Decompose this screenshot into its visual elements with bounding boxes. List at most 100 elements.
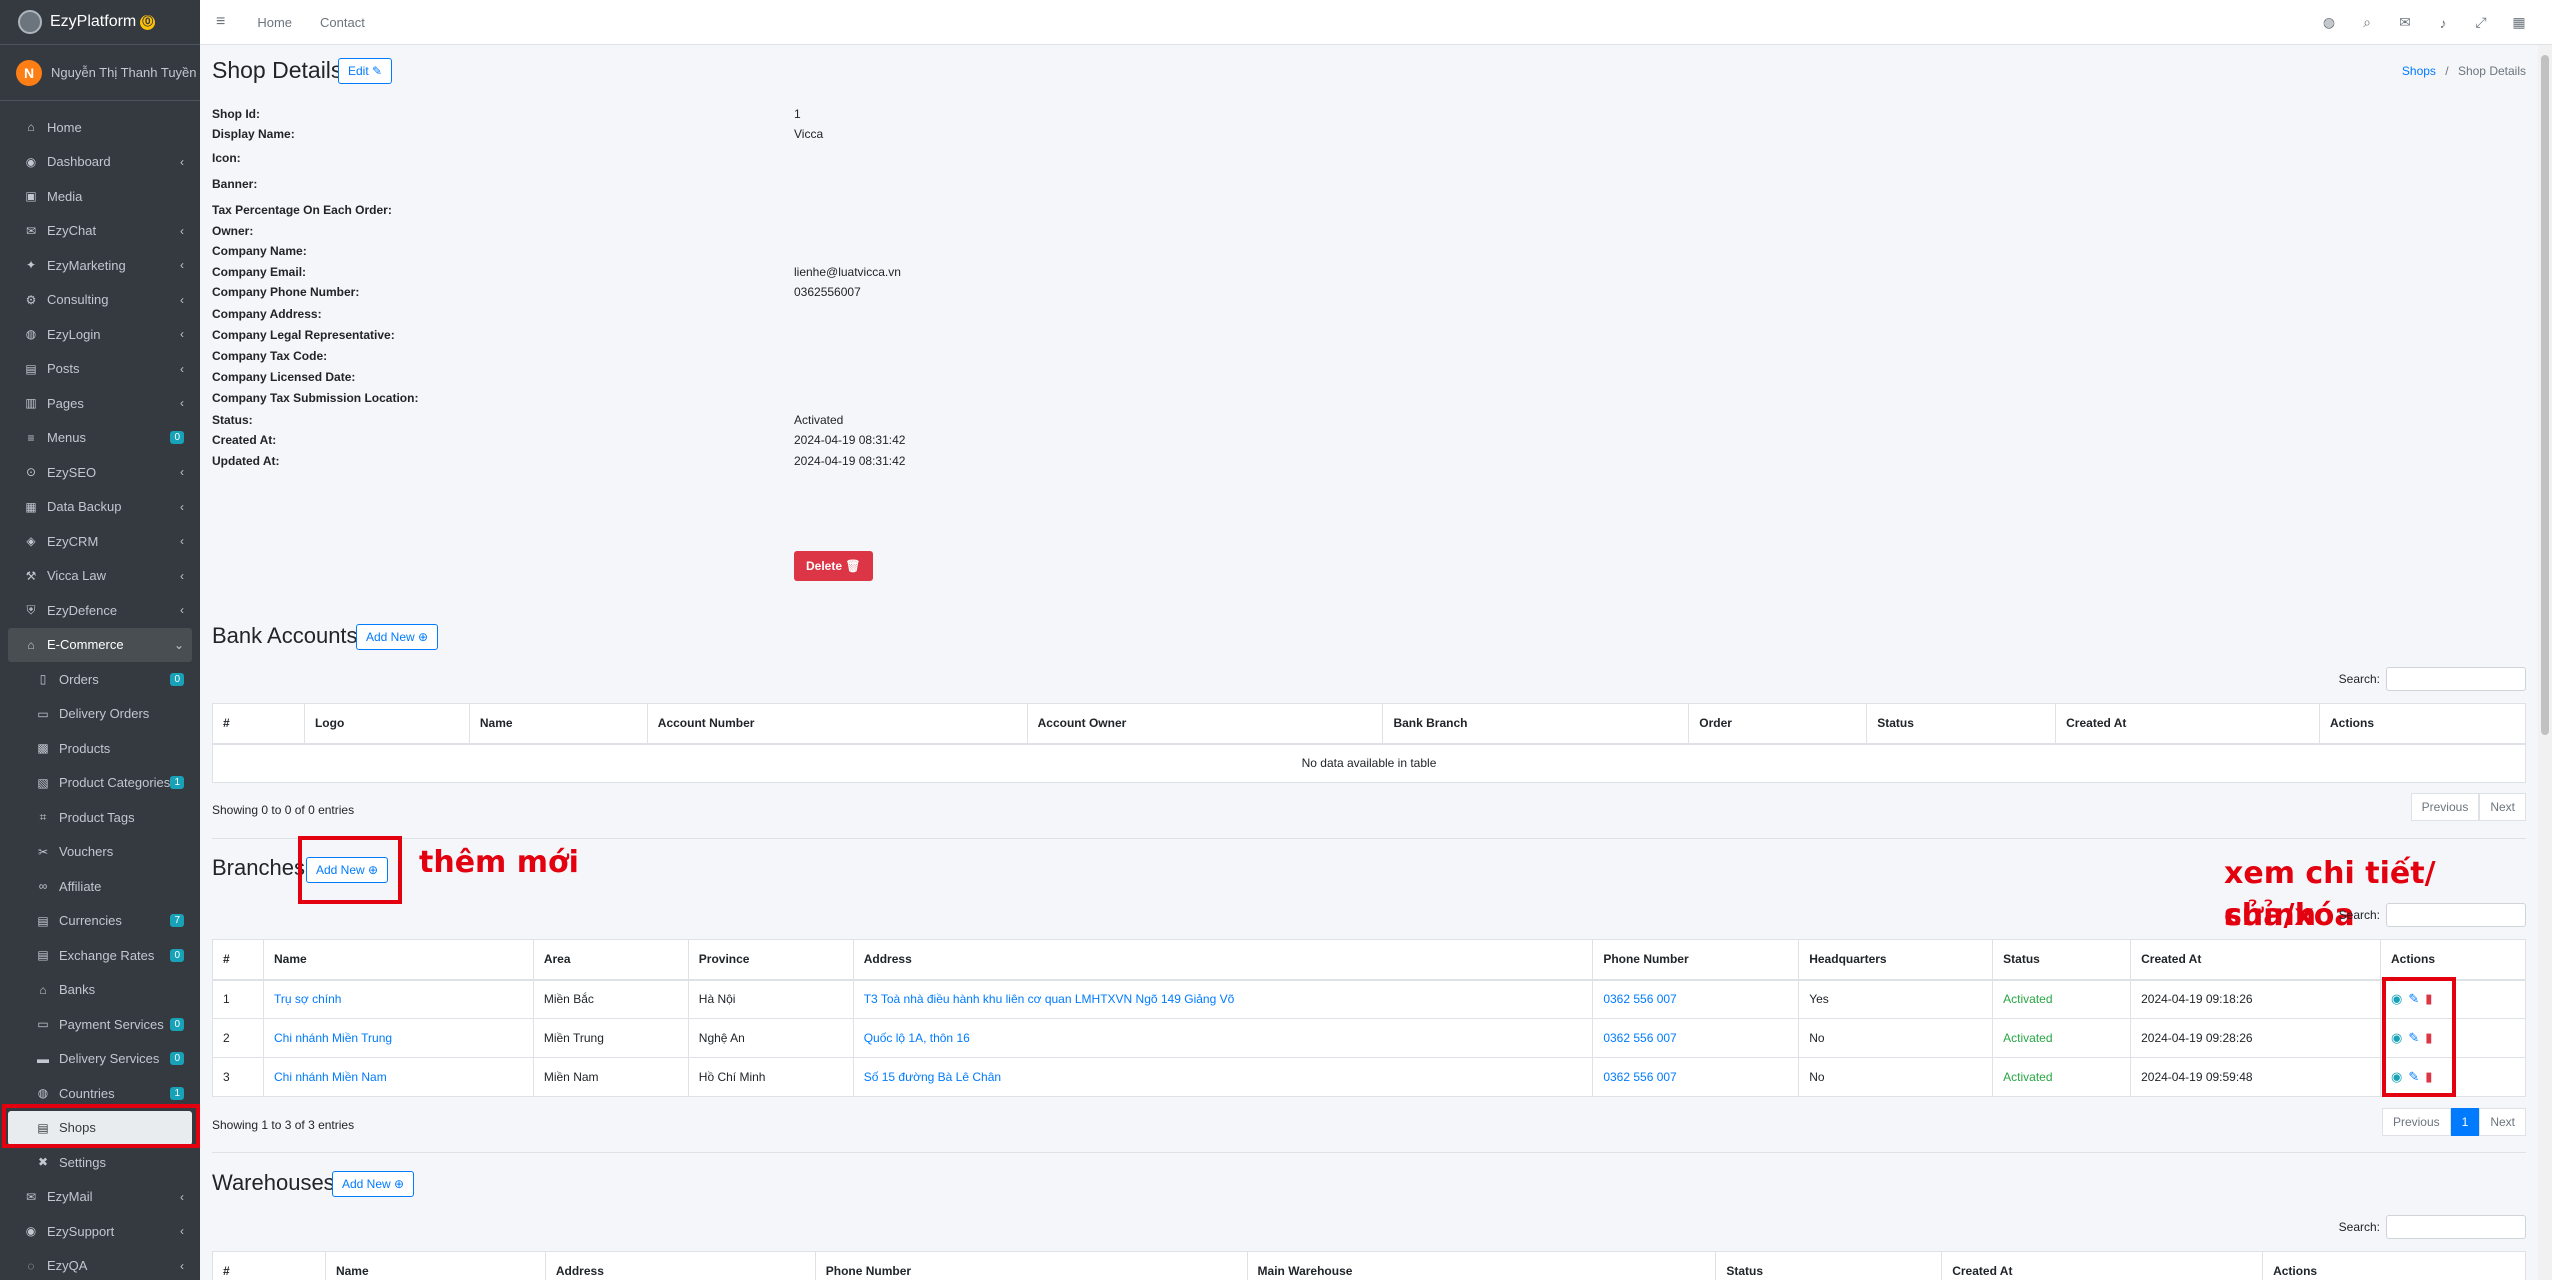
branch-address-link[interactable]: Quốc lộ 1A, thôn 16 [864,1031,970,1045]
sidebar-item-media[interactable]: ▣ Media [0,179,200,214]
sidebar-item-menus[interactable]: ≡ Menus 0 [0,421,200,456]
sidebar-item-products[interactable]: ▩ Products [0,731,200,766]
messages-icon[interactable]: ✉ [2386,14,2424,31]
branch-name-link[interactable]: Trụ sợ chính [274,992,341,1006]
next-page-button[interactable]: Next [2479,1108,2526,1136]
sidebar-item-ezylogin[interactable]: ◍ EzyLogin ‹ [0,317,200,352]
sidebar-item-e-commerce[interactable]: ⌂ E-Commerce ⌄ [8,627,192,662]
column-header[interactable]: Name [262,939,534,981]
annotation-add-new: thêm mới [419,845,579,880]
column-header[interactable]: Logo [303,703,470,745]
sidebar-item-ezymail[interactable]: ✉ EzyMail ‹ [0,1180,200,1215]
sidebar-item-ezycrm[interactable]: ◈ EzyCRM ‹ [0,524,200,559]
column-header[interactable]: Actions [2262,1251,2526,1280]
sidebar-item-ezychat[interactable]: ✉ EzyChat ‹ [0,214,200,249]
apps-grid-icon[interactable]: ▦ [2500,14,2538,31]
previous-page-button[interactable]: Previous [2410,793,2480,821]
column-header[interactable]: Created At [1941,1251,2264,1280]
sidebar-item-ezymarketing[interactable]: ✦ EzyMarketing ‹ [0,248,200,283]
column-header[interactable]: Address [544,1251,816,1280]
column-header[interactable]: # [212,703,305,745]
column-header[interactable]: Actions [2319,703,2526,745]
sidebar-item-dashboard[interactable]: ◉ Dashboard ‹ [0,145,200,180]
warehouses-search: Search: [2339,1215,2526,1239]
brand[interactable]: EzyPlatform ⓪ [0,0,200,45]
warehouses-search-input[interactable] [2386,1215,2526,1239]
page-scrollbar[interactable] [2538,45,2552,1280]
previous-page-button[interactable]: Previous [2381,1108,2451,1136]
sidebar-item-vouchers[interactable]: ✂ Vouchers [0,835,200,870]
fullscreen-icon[interactable]: ⤢ [2462,14,2500,31]
branch-address-link[interactable]: T3 Toà nhà điều hành khu liên cơ quan LM… [864,992,1235,1006]
sidebar-item-product-tags[interactable]: ⌗ Product Tags [0,800,200,835]
topnav-contact-link[interactable]: Contact [320,15,365,30]
sidebar-item-ezysupport[interactable]: ◉ EzySupport ‹ [0,1214,200,1249]
topnav-home-link[interactable]: Home [257,15,292,30]
sidebar-item-home[interactable]: ⌂ Home [0,110,200,145]
delete-shop-button[interactable]: Delete 🗑 [794,551,873,581]
sidebar-item-delivery-orders[interactable]: ▭ Delivery Orders [0,697,200,732]
sidebar-item-payment-services[interactable]: ▭ Payment Services 0 [0,1007,200,1042]
sidebar-item-banks[interactable]: ⌂ Banks [0,973,200,1008]
branch-phone-link[interactable]: 0362 556 007 [1603,1070,1676,1084]
branch-address-link[interactable]: Số 15 đường Bà Lê Chân [864,1070,1001,1084]
breadcrumb-shops-link[interactable]: Shops [2402,64,2436,78]
scrollbar-thumb[interactable] [2541,55,2549,735]
branch-name-link[interactable]: Chi nhánh Miền Nam [274,1070,387,1084]
sidebar-item-consulting[interactable]: ⚙ Consulting ‹ [0,283,200,318]
sidebar-item-pages[interactable]: ▥ Pages ‹ [0,386,200,421]
column-header[interactable]: Name [468,703,648,745]
column-header[interactable]: Account Owner [1026,703,1384,745]
sidebar-item-settings[interactable]: ✖ Settings [0,1145,200,1180]
sidebar-item-ezyseo[interactable]: ⊙ EzySEO ‹ [0,455,200,490]
sidebar-item-exchange-rates[interactable]: ▤ Exchange Rates 0 [0,938,200,973]
branch-name-link[interactable]: Chi nhánh Miền Trung [274,1031,392,1045]
sidebar-item-orders[interactable]: ▯ Orders 0 [0,662,200,697]
column-header[interactable]: Bank Branch [1382,703,1690,745]
page-1-button[interactable]: 1 [2450,1108,2480,1136]
sidebar-item-product-categories[interactable]: ▧ Product Categories 1 [0,766,200,801]
sidebar-item-delivery-services[interactable]: ▬ Delivery Services 0 [0,1042,200,1077]
add-warehouse-button[interactable]: Add New ⊕ [332,1171,415,1197]
branch-phone-link[interactable]: 0362 556 007 [1603,1031,1676,1045]
column-header[interactable]: Order [1688,703,1868,745]
next-page-button[interactable]: Next [2479,793,2526,821]
user-panel[interactable]: N Nguyễn Thị Thanh Tuyền [0,45,200,101]
column-header[interactable]: Account Number [646,703,1028,745]
column-header[interactable]: Status [1992,939,2132,981]
add-bank-account-button[interactable]: Add New ⊕ [356,624,439,650]
notifications-bell-icon[interactable]: ♪ [2424,15,2462,31]
column-header[interactable]: Status [1715,1251,1943,1280]
sidebar-item-data-backup[interactable]: ▦ Data Backup ‹ [0,490,200,525]
column-header[interactable]: Main Warehouse [1246,1251,1717,1280]
column-header[interactable]: Name [324,1251,546,1280]
cell: Số 15 đường Bà Lê Chân [852,1057,1594,1097]
column-header[interactable]: Area [532,939,689,981]
language-globe-icon[interactable]: ◍ [2310,14,2348,31]
column-header[interactable]: # [212,939,264,981]
sidebar-item-affiliate[interactable]: ∞ Affiliate [0,869,200,904]
hamburger-menu-icon[interactable]: ≡ [216,13,225,31]
column-header[interactable]: Created At [2130,939,2381,981]
column-header[interactable]: Phone Number [1592,939,1800,981]
sidebar-item-currencies[interactable]: ▤ Currencies 7 [0,904,200,939]
column-header[interactable]: Headquarters [1798,939,1994,981]
column-header[interactable]: # [212,1251,326,1280]
column-header[interactable]: Address [852,939,1594,981]
edit-shop-button[interactable]: Edit ✎ [338,58,393,84]
sidebar-item-ezyqa[interactable]: ◌ EzyQA ‹ [0,1249,200,1280]
column-header[interactable]: Phone Number [814,1251,1248,1280]
column-header[interactable]: Province [687,939,854,981]
column-header[interactable]: Status [1866,703,2057,745]
sidebar-item-ezydefence[interactable]: ⛨ EzyDefence ‹ [0,593,200,628]
column-header[interactable]: Actions [2379,939,2527,981]
sidebar-item-posts[interactable]: ▤ Posts ‹ [0,352,200,387]
bank-accounts-search-input[interactable] [2386,667,2526,691]
column-header[interactable]: Created At [2055,703,2321,745]
sidebar-item-vicca-law[interactable]: ⚒ Vicca Law ‹ [0,559,200,594]
branch-phone-link[interactable]: 0362 556 007 [1603,992,1676,1006]
cell: 2024-04-19 09:28:26 [2130,1018,2381,1058]
branches-search-input[interactable] [2386,903,2526,927]
search-label: Search: [2338,672,2380,686]
search-icon[interactable]: ⌕ [2348,14,2386,31]
